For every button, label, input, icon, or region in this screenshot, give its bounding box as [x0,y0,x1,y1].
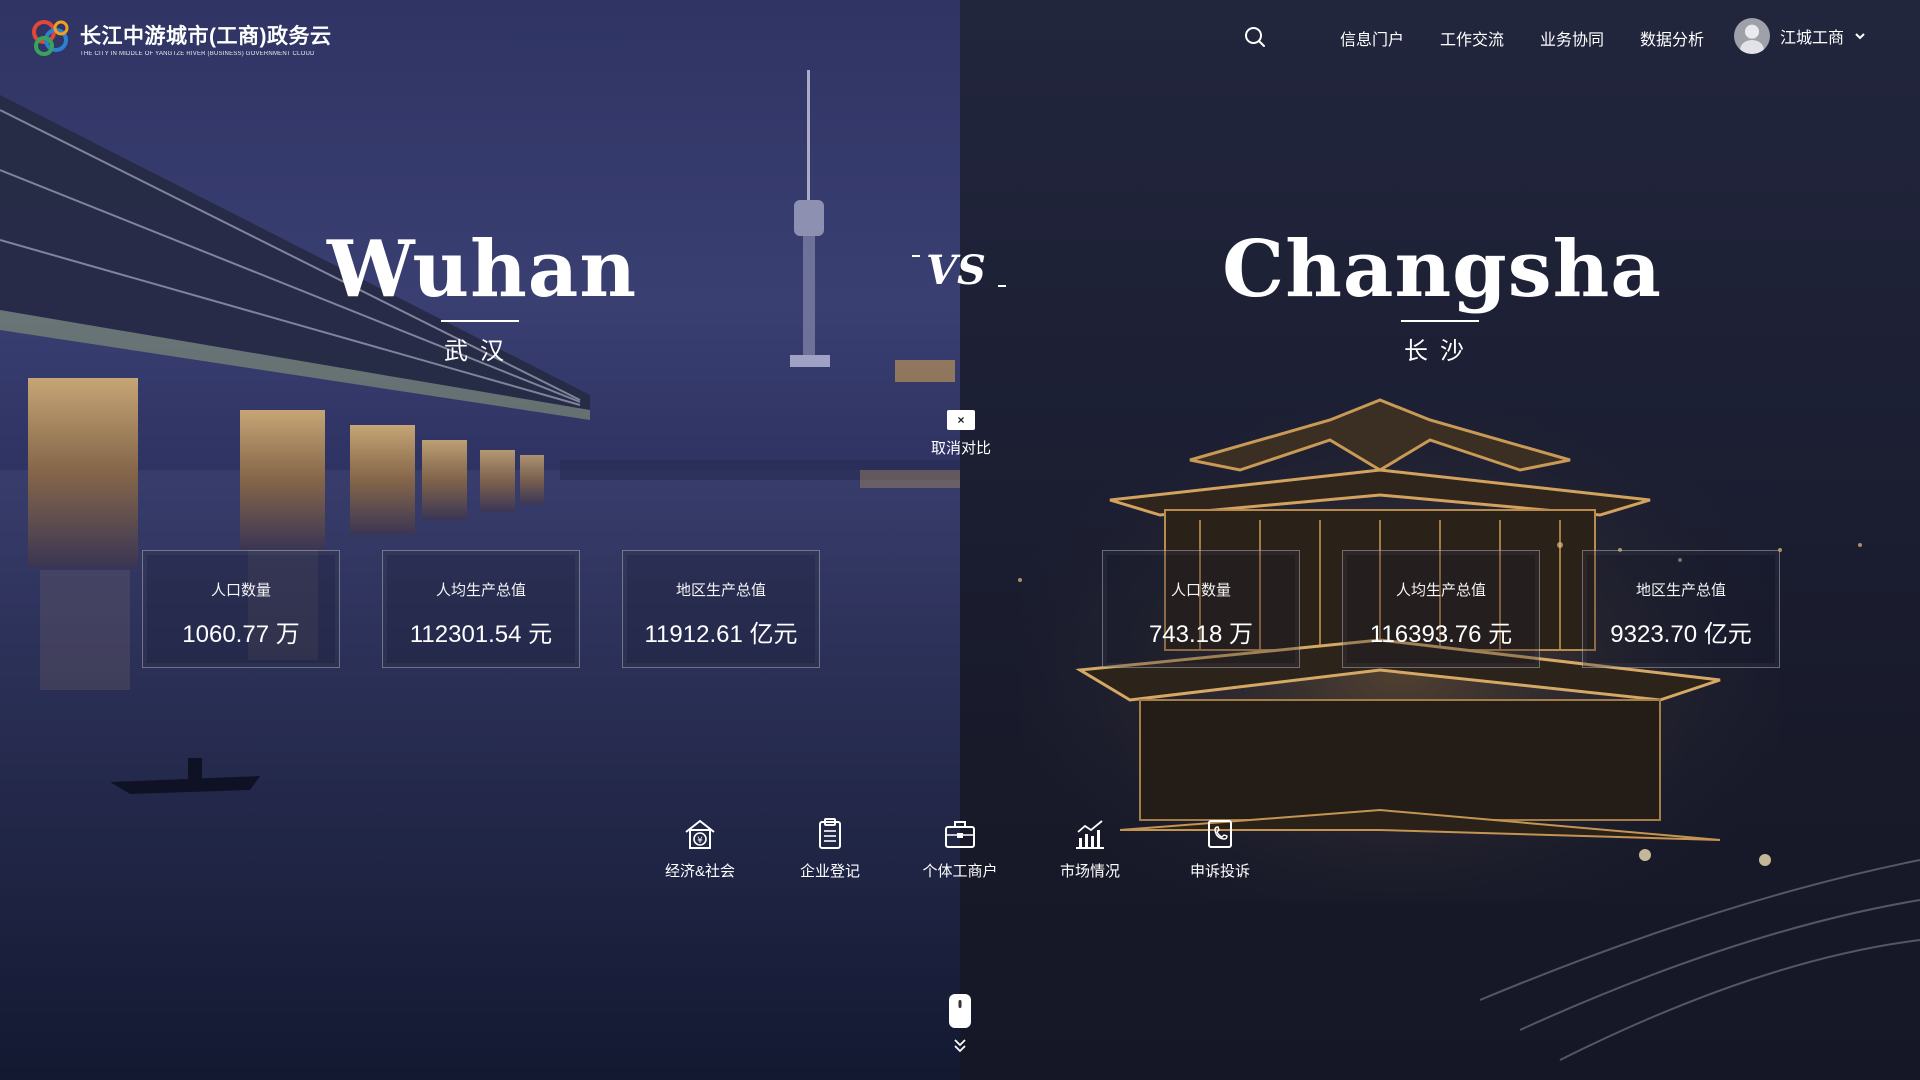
bottom-nav-label: 申诉投诉 [1189,863,1250,880]
stat-card-wuhan-gdp: 地区生产总值 11912.61 亿元 [622,550,820,668]
bottom-nav-label: 个体工商户 [922,863,998,880]
stat-value: 116393.76 元 [1369,621,1513,648]
stat-value: 743.18 万 [1148,621,1254,648]
city-name-en-right: Changsha [1222,224,1662,315]
app-title: 长江中游城市(工商)政务云 [80,24,332,48]
nav-data-analysis[interactable]: 数据分析 [1640,26,1704,50]
stat-value: 112301.54 元 [409,621,553,648]
stat-value: 11912.61 亿元 [644,621,798,648]
stat-label: 人口数量 [1170,582,1231,599]
app-logo[interactable]: 长江中游城市(工商)政务云 THE CITY IN MIDDLE OF YANG… [28,18,332,58]
stat-value: 9323.70 亿元 [1610,621,1752,648]
user-menu[interactable]: 江城工商 [1734,18,1866,54]
stat-label: 人均生产总值 [435,582,526,599]
stat-card-wuhan-population: 人口数量 1060.77 万 [142,550,340,668]
stat-card-wuhan-gdp-per-capita: 人均生产总值 112301.54 元 [382,550,580,668]
avatar [1734,18,1770,54]
bottom-nav-label: 市场情况 [1059,863,1120,880]
cancel-compare-label: 取消对比 [930,440,991,457]
cancel-compare-button[interactable]: × 取消对比 [921,410,1001,458]
chevron-down-icon [1855,33,1865,40]
bottom-nav-market-status[interactable]: 市场情况 [1035,816,1145,881]
svg-text:¥: ¥ [697,836,703,846]
app-subtitle: THE CITY IN MIDDLE OF YANGTZE RIVER (BUS… [80,50,315,57]
phone-doc-icon [1208,820,1232,848]
clipboard-icon [819,818,841,849]
changsha-background [960,0,1920,1080]
stat-card-changsha-gdp: 地区生产总值 9323.70 亿元 [1582,550,1780,668]
stat-label: 人均生产总值 [1395,582,1486,599]
city-name-cn-left: 武汉 [444,338,516,365]
stat-label: 地区生产总值 [675,582,766,599]
city-divider-left [441,320,519,322]
stat-value: 1060.77 万 [182,621,300,648]
bottom-nav-label: 经济&社会 [664,863,735,880]
vs-badge: VS [912,247,1006,294]
stat-label: 人口数量 [210,582,271,599]
close-icon: × [947,410,975,430]
city-divider-right [1401,320,1479,322]
vs-label: VS [926,247,986,294]
stat-label: 地区生产总值 [1635,582,1726,599]
user-name: 江城工商 [1780,30,1845,47]
nav-work-exchange[interactable]: 工作交流 [1440,26,1504,50]
search-icon[interactable] [1244,26,1266,48]
house-yen-icon: ¥ [685,819,715,849]
stat-card-changsha-gdp-per-capita: 人均生产总值 116393.76 元 [1342,550,1540,668]
logo-mark-icon [32,20,69,56]
nav-info-portal[interactable]: 信息门户 [1340,26,1404,50]
bottom-nav-economy-society[interactable]: ¥ 经济&社会 [645,816,755,881]
bottom-nav-label: 企业登记 [799,863,860,880]
bottom-nav-complaints[interactable]: 申诉投诉 [1165,816,1275,881]
stat-card-changsha-population: 人口数量 743.18 万 [1102,550,1300,668]
city-name-cn-right: 长沙 [1404,338,1476,365]
bottom-nav-individual-business[interactable]: 个体工商户 [905,816,1015,881]
briefcase-icon [945,821,975,848]
nav-business-collab[interactable]: 业务协同 [1540,26,1604,50]
scroll-down-icon[interactable] [947,994,973,1058]
bar-chart-icon [1076,820,1104,849]
bottom-nav-enterprise-registration[interactable]: 企业登记 [775,816,885,881]
wuhan-background [0,0,960,1080]
city-name-en-left: Wuhan [326,224,638,315]
